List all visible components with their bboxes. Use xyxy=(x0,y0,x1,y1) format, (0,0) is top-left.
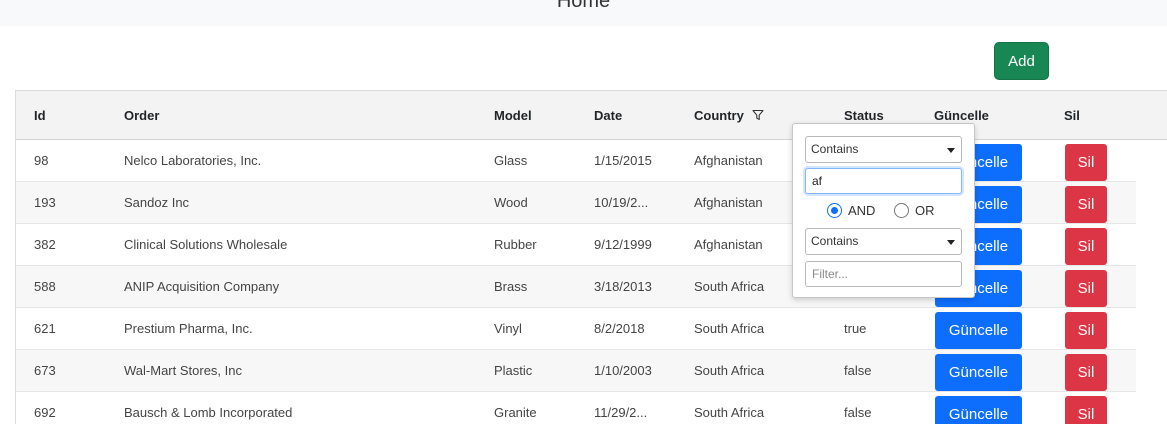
filter-and-label: AND xyxy=(848,203,876,218)
table-row[interactable]: 621 Prestium Pharma, Inc. Vinyl 8/2/2018 Sou… xyxy=(16,308,1136,350)
cell-order: Bausch & Lomb Incorporated xyxy=(124,405,293,420)
cell-country: South Africa xyxy=(694,405,765,420)
column-header-model[interactable]: Model xyxy=(494,91,532,140)
filter-icon[interactable] xyxy=(752,109,764,121)
cell-id: 673 xyxy=(34,363,56,378)
cell-model: Granite xyxy=(494,405,537,420)
table-row[interactable]: 692 Bausch & Lomb Incorporated Granite 11/2… xyxy=(16,392,1136,424)
cell-country: Afghanistan xyxy=(694,237,763,252)
cell-date: 10/19/2... xyxy=(594,195,649,210)
cell-date: 9/12/1999 xyxy=(594,237,652,252)
cell-order: Nelco Laboratories, Inc. xyxy=(124,153,262,168)
delete-button[interactable]: Sil xyxy=(1065,396,1107,424)
cell-date: 11/29/2... xyxy=(594,405,648,420)
cell-date: 1/10/2003 xyxy=(594,363,652,378)
filter-value-input-1[interactable] xyxy=(805,168,962,194)
cell-order: Sandoz Inc xyxy=(124,195,190,210)
delete-button[interactable]: Sil xyxy=(1065,354,1107,391)
chevron-down-icon xyxy=(947,148,955,153)
cell-order: Clinical Solutions Wholesale xyxy=(124,237,288,252)
cell-model: Brass xyxy=(494,279,528,294)
delete-button[interactable]: Sil xyxy=(1065,270,1107,307)
update-button[interactable]: Güncelle xyxy=(935,396,1022,424)
column-header-order[interactable]: Order xyxy=(124,91,159,140)
cell-country: South Africa xyxy=(694,279,765,294)
chevron-down-icon xyxy=(947,240,955,245)
column-filter-popup: Contains AND OR Contains xyxy=(792,123,975,298)
column-header-date[interactable]: Date xyxy=(594,91,622,140)
column-header-id[interactable]: Id xyxy=(34,91,46,140)
filter-operator-select-1[interactable]: Contains xyxy=(805,136,962,163)
cell-model: Wood xyxy=(494,195,528,210)
filter-and-radio[interactable] xyxy=(827,203,842,218)
cell-model: Glass xyxy=(494,153,528,168)
cell-order: ANIP Acquisition Company xyxy=(124,279,280,294)
cell-id: 98 xyxy=(34,153,49,168)
filter-or-label: OR xyxy=(915,203,935,218)
cell-order: Prestium Pharma, Inc. xyxy=(124,321,253,336)
table-row[interactable]: 673 Wal-Mart Stores, Inc Plastic 1/10/2003 S… xyxy=(16,350,1136,392)
update-button[interactable]: Güncelle xyxy=(935,354,1022,391)
cell-id: 382 xyxy=(34,237,56,252)
filter-operator-2-label: Contains xyxy=(811,234,859,248)
top-bar: Home xyxy=(0,0,1167,26)
cell-status: true xyxy=(844,321,867,336)
column-header-country[interactable]: Country xyxy=(694,91,744,140)
delete-button[interactable]: Sil xyxy=(1065,144,1107,181)
delete-button[interactable]: Sil xyxy=(1065,312,1107,349)
cell-status: false xyxy=(844,405,872,420)
cell-date: 8/2/2018 xyxy=(594,321,645,336)
cell-model: Rubber xyxy=(494,237,537,252)
add-button[interactable]: Add xyxy=(994,42,1049,80)
filter-operator-1-label: Contains xyxy=(811,142,859,156)
cell-id: 692 xyxy=(34,405,56,420)
delete-button[interactable]: Sil xyxy=(1065,228,1107,265)
cell-date: 3/18/2013 xyxy=(594,279,652,294)
cell-country: Afghanistan xyxy=(694,195,763,210)
filter-value-input-2[interactable] xyxy=(805,261,962,287)
delete-button[interactable]: Sil xyxy=(1065,186,1107,223)
grid-header: Id Order Model Date Country Status Günce… xyxy=(16,91,1167,140)
cell-model: Plastic xyxy=(494,363,533,378)
cell-country: South Africa xyxy=(694,321,765,336)
filter-operator-select-2[interactable]: Contains xyxy=(805,228,962,255)
data-grid: Id Order Model Date Country Status Günce… xyxy=(15,90,1167,424)
cell-model: Vinyl xyxy=(494,321,522,336)
cell-id: 193 xyxy=(34,195,56,210)
cell-date: 1/15/2015 xyxy=(594,153,652,168)
update-button[interactable]: Güncelle xyxy=(935,312,1022,349)
cell-country: Afghanistan xyxy=(694,153,763,168)
cell-id: 621 xyxy=(34,321,56,336)
cell-order: Wal-Mart Stores, Inc xyxy=(124,363,242,378)
filter-or-radio[interactable] xyxy=(894,203,909,218)
cell-status: false xyxy=(844,363,872,378)
column-header-sil: Sil xyxy=(1064,108,1080,123)
page-title: Home xyxy=(556,0,611,12)
cell-id: 588 xyxy=(34,279,56,294)
cell-country: South Africa xyxy=(694,363,765,378)
